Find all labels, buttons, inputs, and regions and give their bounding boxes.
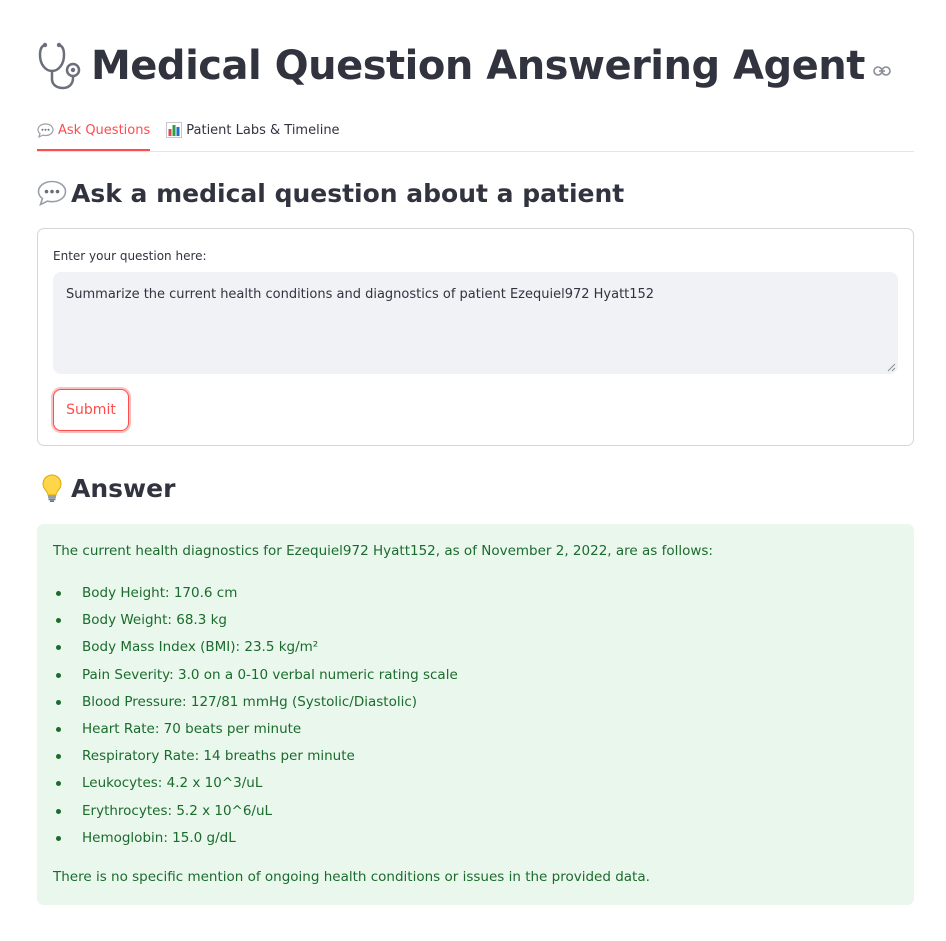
bar-chart-icon — [166, 122, 183, 138]
section-title: Ask a medical question about a patient — [71, 178, 625, 208]
bullet — [56, 645, 61, 651]
list-item-text: Body Height: 170.6 cm — [82, 585, 238, 601]
bullet — [56, 835, 61, 841]
question-text: Summarize the current health conditions … — [66, 287, 655, 302]
speech-bubble-icon — [37, 178, 67, 208]
bullet — [56, 726, 61, 732]
list-item: Pain Severity: 3.0 on a 0-10 verbal nume… — [53, 664, 458, 691]
bullet — [56, 618, 61, 624]
submit-button[interactable]: Submit — [53, 389, 129, 431]
tab-patient-labs-timeline[interactable]: Patient Labs & Timeline — [166, 112, 340, 148]
list-item-text: Body Mass Index (BMI): 23.5 kg/m² — [82, 639, 319, 656]
list-item-text: Pain Severity: 3.0 on a 0-10 verbal nume… — [82, 666, 458, 683]
answer-list: Body Height: 170.6 cm Body Weight: 68.3 … — [53, 582, 458, 854]
list-item-text: Heart Rate: 70 beats per minute — [82, 720, 302, 737]
question-textarea[interactable]: Summarize the current health conditions … — [53, 272, 898, 374]
question-field-label: Enter your question here: — [53, 249, 207, 263]
bullet — [56, 781, 61, 787]
list-item: Leukocytes: 4.2 x 10^3/uL — [53, 772, 458, 799]
list-item-text: Erythrocytes: 5.2 x 10^6/uL — [82, 802, 273, 819]
list-item: Erythrocytes: 5.2 x 10^6/uL — [53, 800, 458, 827]
answer-intro: The current health diagnostics for Ezequ… — [53, 543, 713, 559]
resize-handle-icon[interactable] — [887, 363, 896, 372]
light-bulb-icon — [37, 473, 67, 503]
bullet — [56, 808, 61, 814]
stethoscope-icon — [38, 42, 81, 90]
list-item-text: Respiratory Rate: 14 breaths per minute — [82, 748, 355, 765]
list-item-text: Leukocytes: 4.2 x 10^3/uL — [82, 775, 263, 792]
answer-outro: There is no specific mention of ongoing … — [53, 869, 650, 885]
list-item: Body Mass Index (BMI): 23.5 kg/m² — [53, 636, 458, 663]
bullet — [56, 591, 61, 596]
bullet — [56, 754, 61, 760]
tab-label: Ask Questions — [58, 123, 151, 138]
list-item-text: Blood Pressure: 127/81 mmHg (Systolic/Di… — [82, 693, 418, 710]
speech-bubble-icon — [37, 123, 54, 138]
question-form: Enter your question here: Summarize the … — [37, 228, 914, 446]
page-header: Medical Question Answering Agent — [37, 38, 891, 94]
tab-label: Patient Labs & Timeline — [186, 122, 340, 138]
answer-box: The current health diagnostics for Ezequ… — [37, 524, 914, 905]
page-title: Medical Question Answering Agent — [91, 43, 865, 89]
list-item: Blood Pressure: 127/81 mmHg (Systolic/Di… — [53, 691, 458, 718]
section-title: Answer — [71, 473, 176, 503]
tab-ask-questions[interactable]: Ask Questions — [37, 112, 151, 151]
list-item: Body Weight: 68.3 kg — [53, 609, 458, 636]
list-item: Hemoglobin: 15.0 g/dL — [53, 827, 458, 854]
list-item-text: Body Weight: 68.3 kg — [82, 612, 227, 629]
bullet — [56, 672, 61, 678]
list-item: Body Height: 170.6 cm — [53, 582, 458, 609]
link-icon[interactable] — [873, 65, 891, 77]
list-item: Heart Rate: 70 beats per minute — [53, 718, 458, 745]
answer-section-heading: Answer — [37, 473, 175, 503]
bullet — [56, 699, 61, 705]
tab-bar: Ask Questions Patient Labs & Timeline — [37, 112, 914, 152]
list-item-text: Hemoglobin: 15.0 g/dL — [82, 829, 236, 846]
ask-section-heading: Ask a medical question about a patient — [37, 178, 624, 208]
app-page: Medical Question Answering Agent Ask Que… — [0, 0, 946, 941]
list-item: Respiratory Rate: 14 breaths per minute — [53, 745, 458, 772]
